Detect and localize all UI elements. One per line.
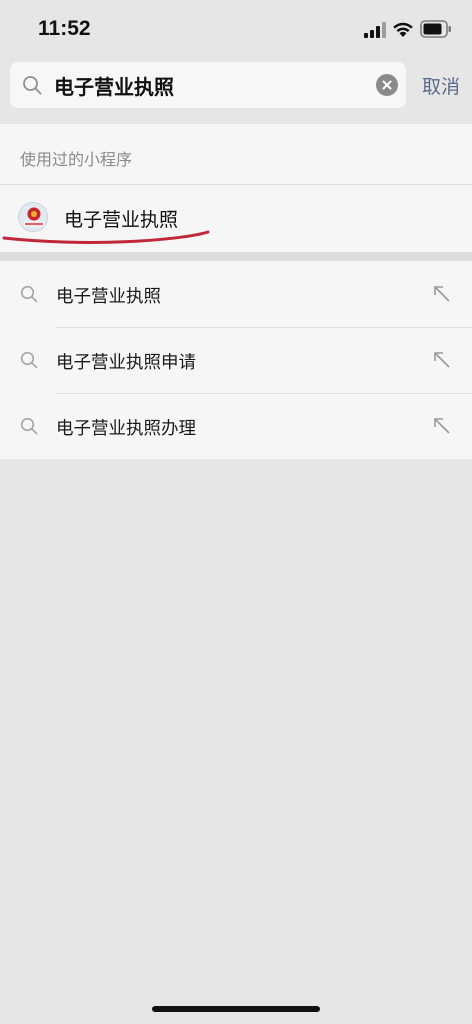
used-mini-programs-section: 使用过的小程序 电子营业执照 — [0, 124, 472, 252]
search-header: 取消 — [0, 58, 472, 124]
suggestion-label: 电子营业执照办理 — [56, 419, 196, 439]
search-icon — [20, 285, 38, 303]
search-icon — [20, 417, 38, 435]
suggestion-label: 电子营业执照 — [56, 287, 161, 307]
wifi-icon — [393, 22, 413, 37]
search-input[interactable] — [54, 62, 374, 108]
suggestion-row[interactable]: 电子营业执照办理 — [0, 393, 472, 459]
section-title: 使用过的小程序 — [20, 150, 133, 169]
search-box[interactable] — [10, 62, 406, 108]
search-icon — [20, 351, 38, 369]
home-indicator[interactable] — [152, 1006, 320, 1012]
section-gap — [0, 252, 472, 261]
screen: 11:52 电子营业执照 取消 使用过的小程序 电子营业执照 电子营业执照 电子… — [0, 0, 472, 1024]
suggestion-row[interactable]: 电子营业执照申请 — [0, 327, 472, 393]
search-icon — [23, 76, 42, 95]
fill-query-arrow-icon[interactable] — [432, 416, 452, 436]
status-bar: 11:52 — [0, 0, 472, 58]
status-time: 11:52 — [38, 17, 91, 40]
mini-program-item[interactable]: 电子营业执照 — [0, 185, 472, 252]
fill-query-arrow-icon[interactable] — [432, 284, 452, 304]
handwritten-underline — [2, 230, 210, 244]
battery-icon — [420, 20, 451, 38]
fill-query-arrow-icon[interactable] — [432, 350, 452, 370]
search-suggestions: 电子营业执照 电子营业执照申请 电子营业执照办理 — [0, 261, 472, 459]
cancel-button[interactable]: 取消 — [416, 70, 466, 100]
cellular-signal-icon — [364, 22, 386, 38]
suggestion-row[interactable]: 电子营业执照 — [0, 261, 472, 327]
suggestion-label: 电子营业执照申请 — [56, 353, 196, 373]
clear-search-icon[interactable] — [376, 74, 398, 96]
